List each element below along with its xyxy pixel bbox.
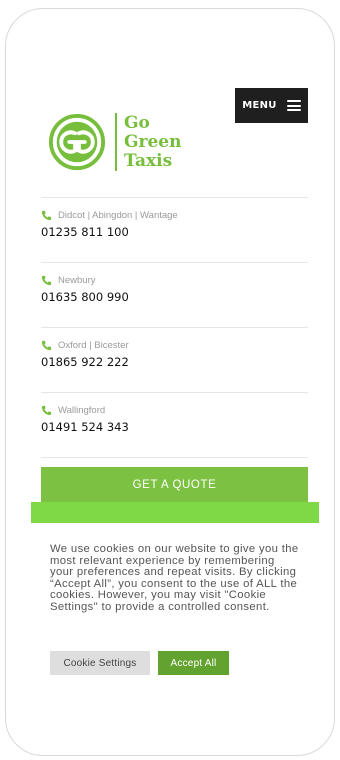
- contact-list: Didcot | Abingdon | Wantage 01235 811 10…: [41, 197, 308, 458]
- menu-label: MENU: [242, 100, 277, 111]
- contact-region: Newbury: [58, 275, 96, 286]
- phone-icon: [41, 210, 52, 221]
- contact-list-divider: [41, 457, 308, 458]
- go-green-logo-icon: [48, 113, 106, 171]
- phone-icon: [41, 340, 52, 351]
- logo-wordmark: Go Green Taxis: [124, 113, 182, 171]
- cookie-notice-text: We use cookies on our website to give yo…: [50, 543, 299, 613]
- hamburger-icon: [286, 100, 301, 111]
- phone-icon: [41, 275, 52, 286]
- contact-phone[interactable]: 01865 922 222: [41, 355, 129, 369]
- contact-phone[interactable]: 01491 524 343: [41, 420, 129, 434]
- get-a-quote-button[interactable]: GET A QUOTE: [41, 467, 308, 502]
- green-band: [31, 502, 319, 523]
- site-logo[interactable]: Go Green Taxis: [48, 110, 188, 175]
- cookie-actions: Cookie Settings Accept All: [50, 651, 229, 675]
- contact-item: Newbury 01635 800 990: [41, 262, 308, 327]
- contact-phone[interactable]: 01635 800 990: [41, 290, 129, 304]
- phone-icon: [41, 405, 52, 416]
- contact-item: Didcot | Abingdon | Wantage 01235 811 10…: [41, 197, 308, 262]
- contact-item: Oxford | Bicester 01865 922 222: [41, 327, 308, 392]
- contact-region: Didcot | Abingdon | Wantage: [58, 210, 178, 221]
- accept-all-button[interactable]: Accept All: [158, 651, 229, 675]
- contact-region: Oxford | Bicester: [58, 340, 129, 351]
- contact-item: Wallingford 01491 524 343: [41, 392, 308, 457]
- logo-divider: [115, 113, 117, 171]
- menu-button[interactable]: MENU: [235, 88, 308, 123]
- contact-region: Wallingford: [58, 405, 106, 416]
- contact-phone[interactable]: 01235 811 100: [41, 225, 129, 239]
- cookie-settings-button[interactable]: Cookie Settings: [50, 651, 150, 675]
